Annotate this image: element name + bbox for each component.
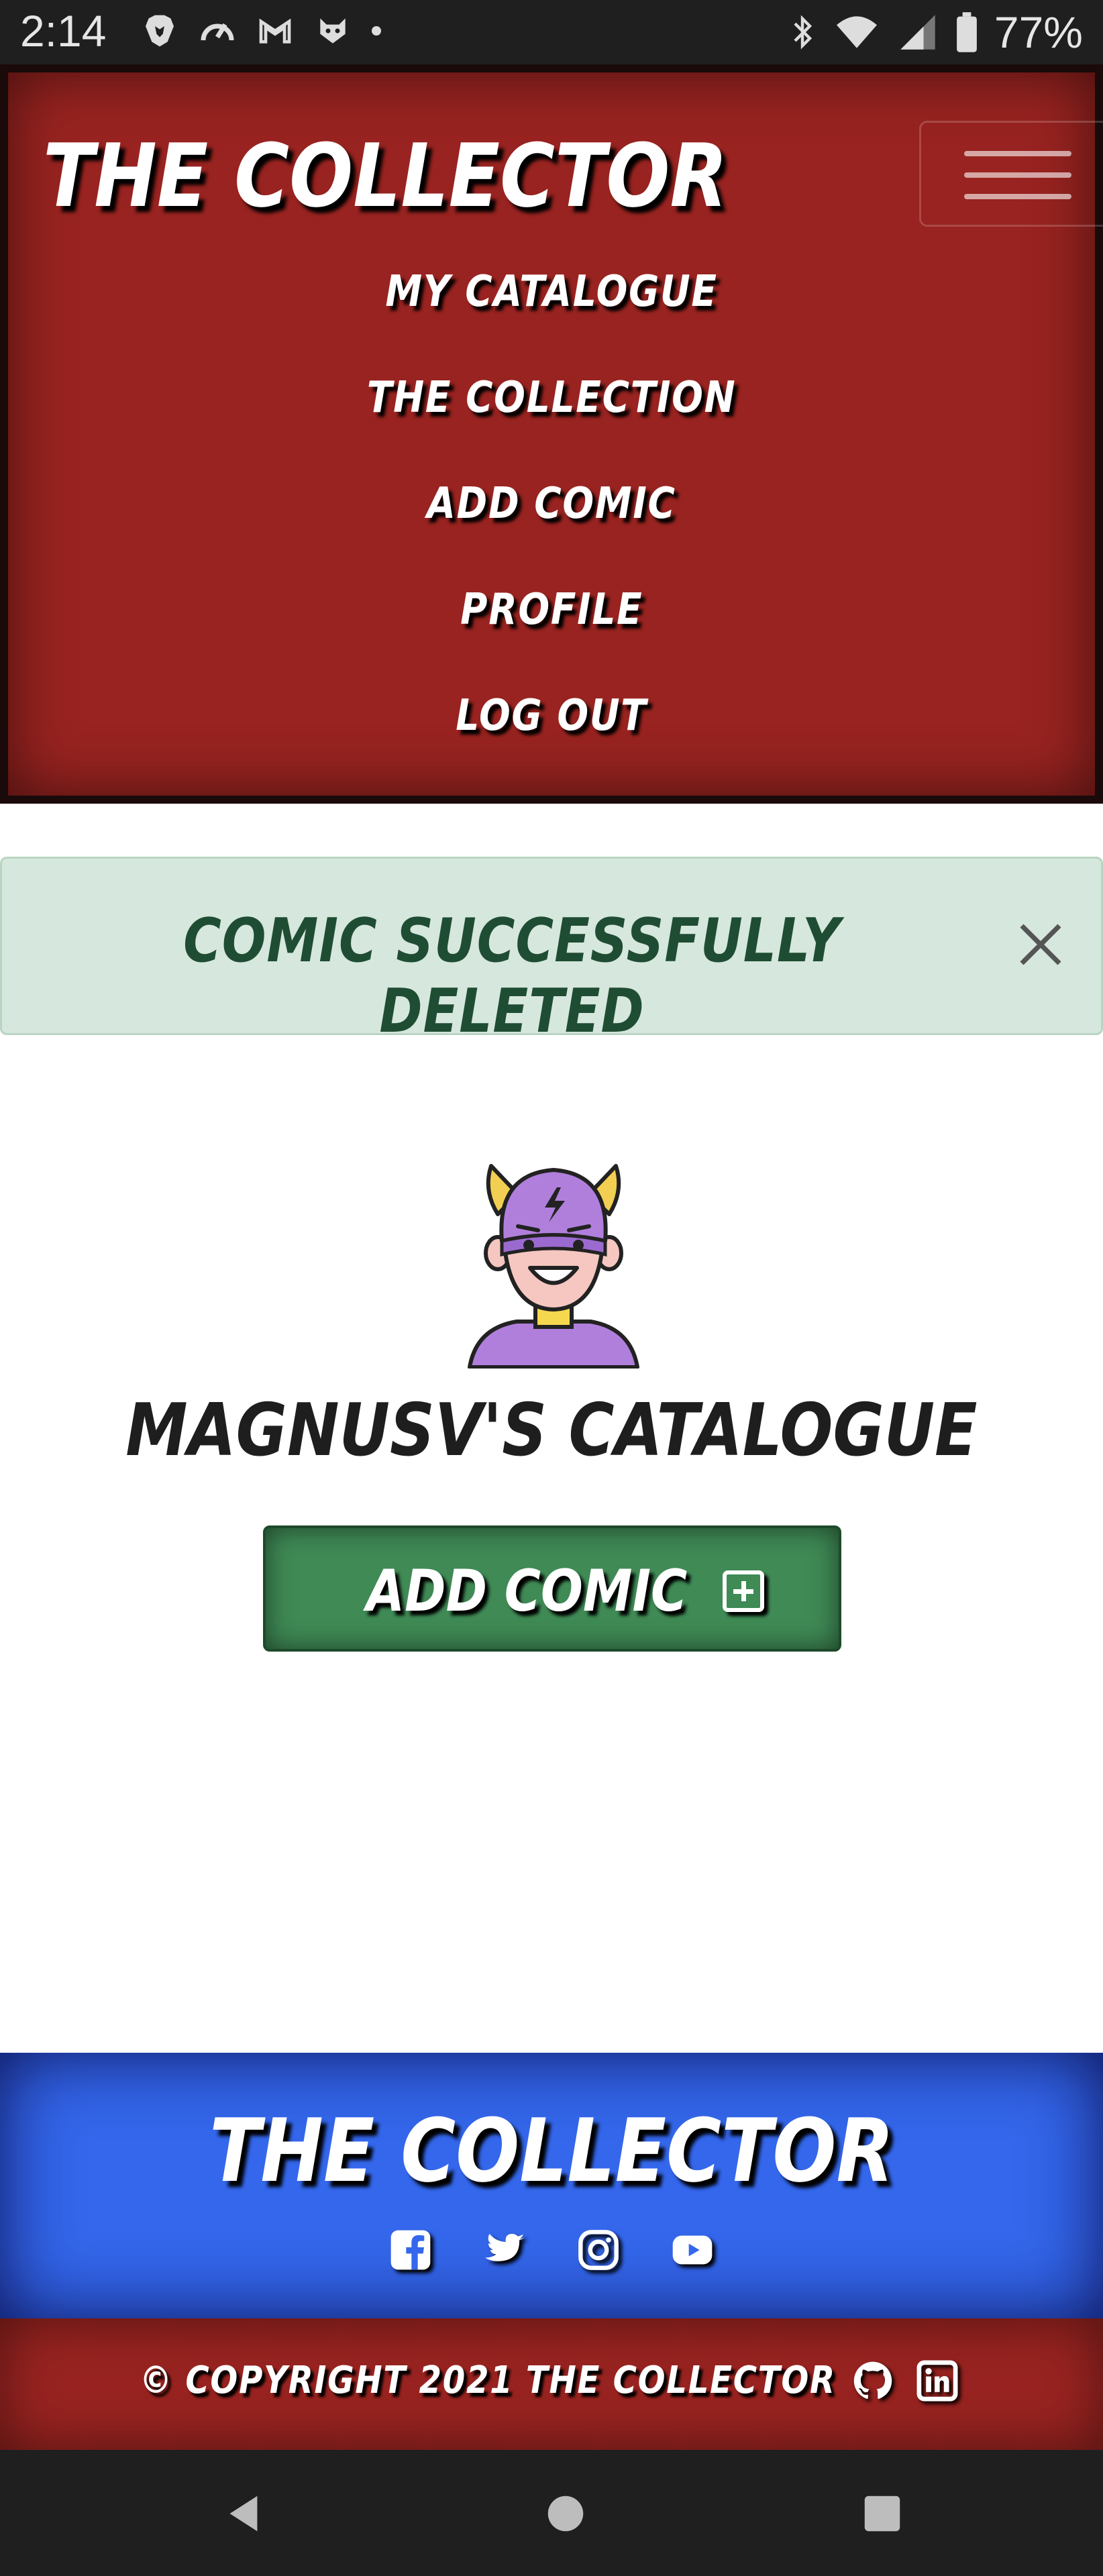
close-icon[interactable] [1008, 912, 1073, 977]
add-comic-button[interactable]: ADD COMIC [263, 1525, 841, 1652]
notification-dot [372, 26, 381, 36]
copyright-text: © COPYRIGHT 2021 THE COLLECTOR [140, 2359, 836, 2402]
footer-brand: THE COLLECTOR [209, 2100, 894, 2202]
wifi-icon [836, 16, 877, 48]
nav-link-the-collection[interactable]: THE COLLECTION [8, 373, 1095, 423]
facebook-icon[interactable] [389, 2229, 432, 2271]
status-icons-left [141, 9, 381, 52]
alert-message: COMIC SUCCESSFULLY DELETED [183, 906, 841, 1046]
speed-icon [201, 23, 234, 41]
nav-link-label: LOG OUT [456, 691, 647, 741]
social-links [0, 2229, 1103, 2271]
linkedin-icon[interactable] [916, 2360, 958, 2402]
brave-icon [146, 15, 174, 47]
cat-icon [320, 18, 346, 44]
gmail-icon [259, 18, 291, 44]
github-icon[interactable] [852, 2360, 894, 2402]
developer-links [852, 2360, 958, 2402]
nav-link-add-comic[interactable]: ADD COMIC [8, 479, 1095, 529]
status-time: 2:14 [20, 6, 107, 56]
nav-link-label: THE COLLECTION [366, 373, 737, 423]
nav-link-label: PROFILE [460, 585, 643, 635]
status-icons-right: 77% [788, 7, 1083, 58]
footer-top: THE COLLECTOR [0, 2053, 1103, 2318]
home-icon[interactable] [542, 2490, 589, 2537]
navbar: THE COLLECTOR MY CATALOGUE THE COLLECTIO… [0, 64, 1103, 804]
youtube-icon[interactable] [671, 2229, 714, 2271]
nav-link-label: MY CATALOGUE [385, 267, 718, 317]
nav-link-log-out[interactable]: LOG OUT [8, 691, 1095, 741]
footer-bottom: © COPYRIGHT 2021 THE COLLECTOR [0, 2318, 1103, 2450]
battery-icon [957, 12, 977, 52]
catalogue-title: MAGNUSV'S CATALOGUE [125, 1389, 978, 1472]
plus-square-icon [723, 1570, 765, 1612]
add-comic-button-content: ADD COMIC [266, 1558, 839, 1625]
menu-toggle-button[interactable] [919, 121, 1103, 227]
bluetooth-icon [794, 15, 812, 50]
status-bar: 2:14 77% [0, 0, 1103, 64]
android-nav-bar [0, 2450, 1103, 2576]
superhero-avatar [468, 1164, 639, 1368]
add-comic-label: ADD COMIC [366, 1558, 688, 1625]
twitter-icon[interactable] [483, 2229, 526, 2271]
recents-icon[interactable] [859, 2490, 906, 2537]
nav-link-my-catalogue[interactable]: MY CATALOGUE [8, 267, 1095, 317]
battery-percentage: 77% [994, 7, 1083, 57]
success-alert: COMIC SUCCESSFULLY DELETED [0, 857, 1103, 1046]
nav-link-profile[interactable]: PROFILE [8, 585, 1095, 635]
nav-link-label: ADD COMIC [427, 479, 676, 529]
instagram-icon[interactable] [577, 2229, 620, 2271]
signal-icon [900, 15, 935, 50]
back-icon[interactable] [220, 2490, 267, 2537]
navbar-brand[interactable]: THE COLLECTOR [43, 125, 728, 227]
